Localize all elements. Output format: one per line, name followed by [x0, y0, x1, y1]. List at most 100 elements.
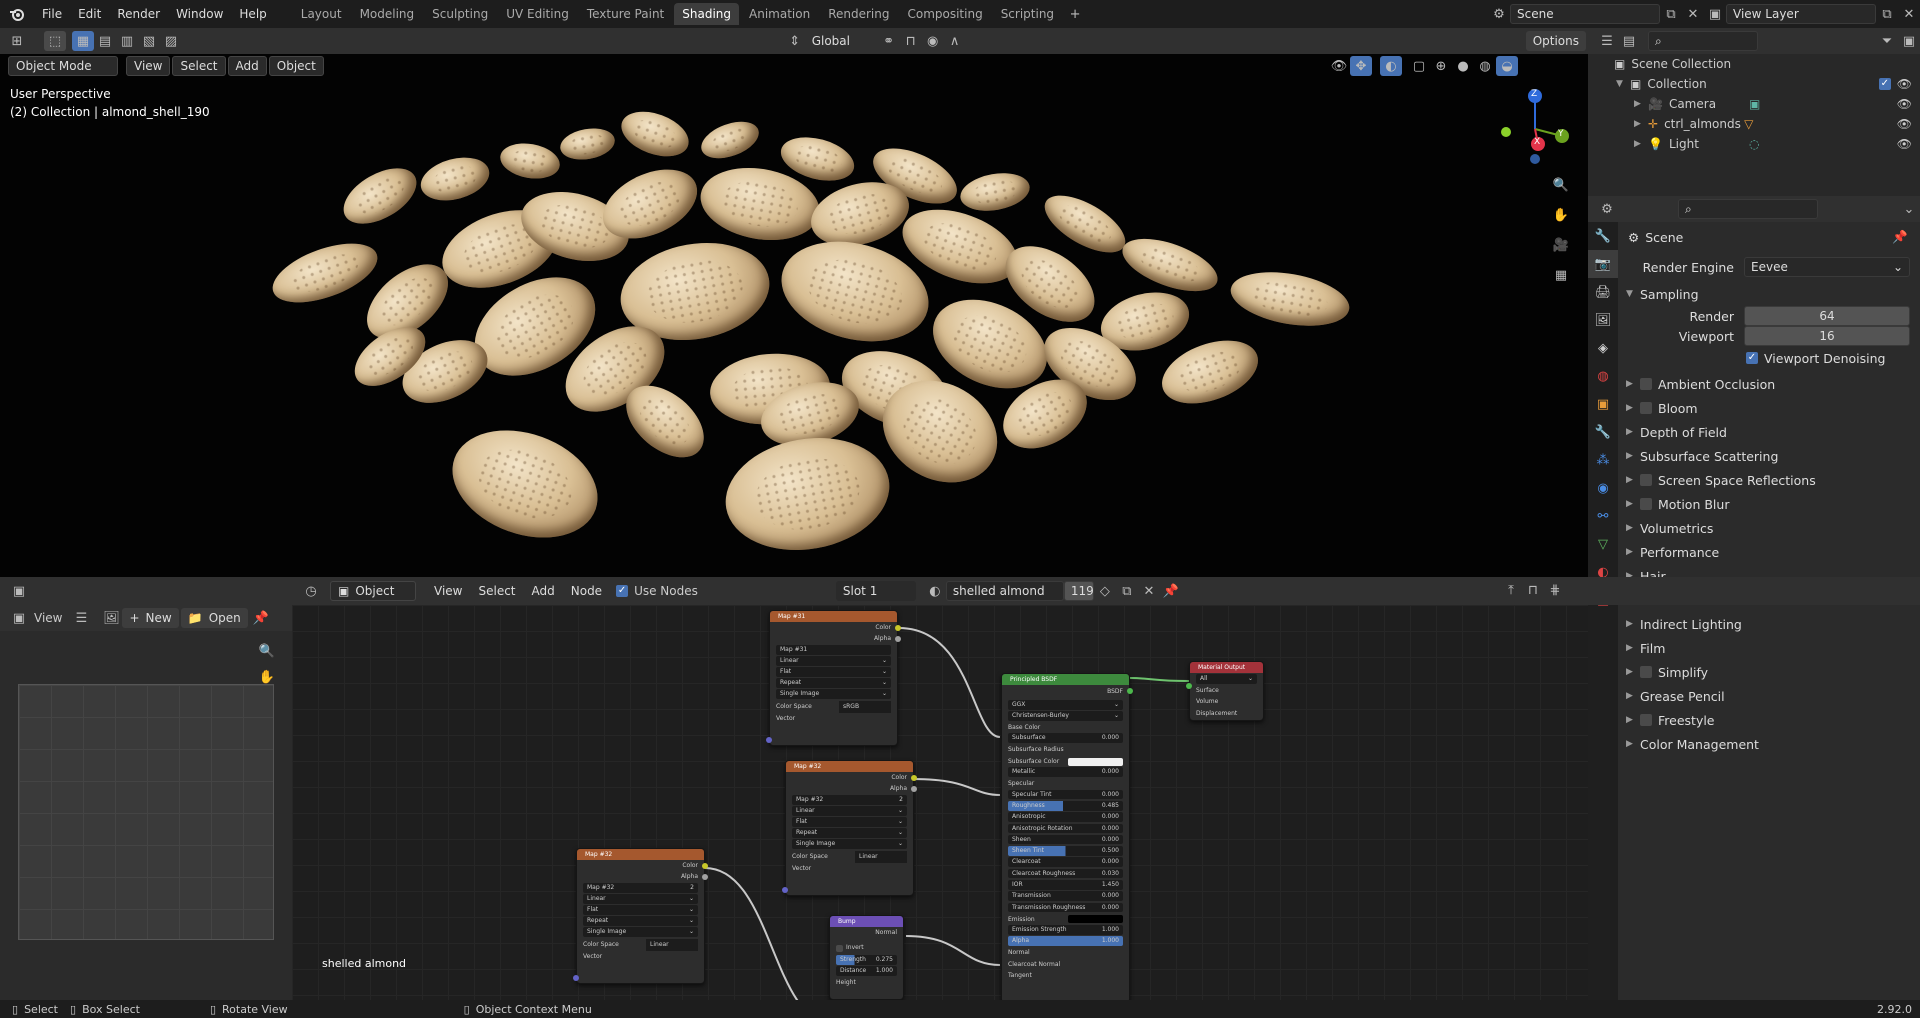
output-socket[interactable]	[895, 625, 901, 631]
node-dropdown[interactable]: Single Image ⌄	[792, 839, 907, 849]
select-extend-icon[interactable]: ▤	[94, 31, 116, 51]
node-dropdown[interactable]: Flat ⌄	[583, 905, 698, 915]
principled-bsdf-node[interactable]: Principled BSDF BSDF GGX ⌄ Christensen-Burle…	[1001, 673, 1130, 1000]
use-nodes-checkbox[interactable]: ✓	[616, 585, 629, 597]
image-texture-node-map32-lower[interactable]: Map #32 Color Alpha Map #32 2 Linear ⌄ Flat ⌄ Rep…	[576, 848, 705, 984]
bsdf-input-specular-tint[interactable]: Specular Tint 0.000	[1008, 789, 1123, 800]
render-samples-field[interactable]: 64	[1744, 306, 1910, 326]
outliner-row-ctrl-almonds[interactable]: ▶ ✛ ctrl_almonds ▽ 👁	[1588, 114, 1920, 134]
expand-icon[interactable]: ▶	[1634, 119, 1648, 129]
input-socket[interactable]	[782, 887, 788, 893]
render-engine-dropdown[interactable]: Eevee ⌄	[1744, 257, 1910, 277]
navigation-gizmo[interactable]: Z Y X	[1490, 84, 1570, 164]
output-socket[interactable]	[895, 636, 901, 642]
zoom-icon[interactable]: 🔍	[1550, 172, 1572, 198]
input-socket[interactable]	[1186, 683, 1192, 689]
node-editor-type-icon[interactable]: ◷	[300, 581, 322, 601]
object-tab-icon[interactable]: ▣	[1588, 390, 1618, 418]
new-scene-icon[interactable]: ⧉	[1660, 4, 1682, 24]
node-dropdown[interactable]: Repeat ⌄	[792, 828, 907, 838]
menu-help[interactable]: Help	[231, 0, 274, 28]
3d-viewport[interactable]: User Perspective (2) Collection | almond…	[0, 54, 1588, 577]
open-image-button[interactable]: 📁 Open	[180, 608, 248, 628]
select-invert-icon[interactable]: ▧	[138, 31, 160, 51]
pin-icon[interactable]: 📌	[1160, 581, 1182, 601]
panel-simplify[interactable]: ▶ Simplify	[1618, 660, 1920, 684]
node-dropdown[interactable]: Linear ⌄	[792, 806, 907, 816]
modifier-tab-icon[interactable]: 🔧	[1588, 418, 1618, 446]
expand-icon[interactable]: ▼	[1616, 79, 1630, 89]
select-tool-icon[interactable]: ⬚	[44, 31, 66, 51]
menu-edit[interactable]: Edit	[70, 0, 109, 28]
panel-enable-checkbox[interactable]	[1640, 402, 1652, 414]
data-tab-icon[interactable]: ▽	[1588, 530, 1618, 558]
color-space-dropdown[interactable]: Linear	[855, 850, 907, 863]
panel-freestyle[interactable]: ▶ Freestyle	[1618, 708, 1920, 732]
bsdf-input-ior[interactable]: IOR 1.450	[1008, 880, 1123, 890]
editor-type-icon[interactable]: ⊞	[6, 31, 28, 51]
color-space-dropdown[interactable]: sRGB	[839, 700, 891, 713]
node-dropdown[interactable]: GGX ⌄	[1008, 700, 1123, 710]
node-dropdown[interactable]: Flat ⌄	[792, 817, 907, 827]
node-dropdown[interactable]: Linear ⌄	[776, 656, 891, 666]
panel-screen-space-reflections[interactable]: ▶ Screen Space Reflections	[1618, 468, 1920, 492]
image-browse-icon[interactable]: 🖼	[100, 608, 122, 628]
properties-editor-icon[interactable]: ⚙	[1596, 199, 1618, 219]
node-menu-add[interactable]: Add	[524, 580, 563, 602]
eye-icon[interactable]: 👁	[1897, 77, 1912, 91]
bsdf-input-clearcoat-roughness[interactable]: Clearcoat Roughness 0.030	[1008, 868, 1123, 879]
eye-icon[interactable]: 👁	[1897, 117, 1912, 131]
tab-texture-paint[interactable]: Texture Paint	[579, 3, 672, 25]
output-socket[interactable]	[911, 786, 917, 792]
filter-icon[interactable]: ⏷	[1876, 31, 1898, 51]
image-selector[interactable]: Map #31	[776, 645, 891, 655]
material-name-field[interactable]: shelled almond	[945, 581, 1064, 601]
select-subtract-icon[interactable]: ▥	[116, 31, 138, 51]
color-swatch[interactable]	[1068, 915, 1123, 924]
bsdf-input-clearcoat[interactable]: Clearcoat 0.000	[1008, 857, 1123, 868]
panel-enable-checkbox[interactable]	[1640, 378, 1652, 390]
node-dropdown[interactable]: Christensen-Burley ⌄	[1008, 711, 1123, 721]
node-menu-view[interactable]: View	[426, 580, 470, 602]
properties-search-input[interactable]: ⌕	[1678, 199, 1818, 219]
overlay-toggle-icon[interactable]: ◐	[1380, 56, 1402, 76]
menu-file[interactable]: File	[34, 0, 70, 28]
viewport-menu-view[interactable]: View	[126, 56, 171, 76]
expand-icon[interactable]: ▶	[1634, 139, 1648, 149]
invert-row[interactable]: Invert	[830, 942, 903, 954]
node-dropdown[interactable]: Repeat ⌄	[776, 678, 891, 688]
node-menu-node[interactable]: Node	[563, 580, 610, 602]
outliner-row-camera[interactable]: ▶ 🎥 Camera ▣ 👁	[1588, 94, 1920, 114]
fake-user-icon[interactable]: ◇	[1094, 581, 1116, 601]
options-dropdown[interactable]: Options	[1525, 31, 1586, 51]
bsdf-input-metallic[interactable]: Metallic 0.000	[1008, 767, 1123, 777]
panel-color-management[interactable]: ▶ Color Management	[1618, 732, 1920, 756]
visibility-icon[interactable]: 👁	[1328, 56, 1350, 76]
bsdf-input-anisotropic-rotation[interactable]: Anisotropic Rotation 0.000	[1008, 823, 1123, 834]
image-selector[interactable]: Map #32 2	[583, 883, 698, 893]
outliner-search-input[interactable]: ⌕	[1648, 31, 1758, 51]
image-canvas[interactable]	[18, 684, 274, 940]
parent-node-icon[interactable]: ⤒	[1500, 580, 1522, 600]
slot-dropdown[interactable]: Slot 1	[835, 581, 916, 601]
outliner-editor-icon[interactable]: ☰	[1596, 31, 1618, 51]
node-dropdown[interactable]: Flat ⌄	[776, 667, 891, 677]
node-dropdown[interactable]: Linear ⌄	[583, 894, 698, 904]
invert-checkbox[interactable]	[836, 944, 843, 952]
tab-shading[interactable]: Shading	[674, 3, 739, 25]
output-socket[interactable]	[911, 775, 917, 781]
view-layer-tab-icon[interactable]: 🖼	[1588, 306, 1618, 334]
panel-enable-checkbox[interactable]	[1640, 714, 1652, 726]
image-mode-icon[interactable]: ▣	[8, 608, 30, 628]
transform-orientation-icon[interactable]: ⇕	[784, 31, 806, 51]
mode-dropdown[interactable]: Object Mode	[8, 56, 118, 76]
bsdf-input-emission-strength[interactable]: Emission Strength 1.000	[1008, 925, 1123, 935]
panel-motion-blur[interactable]: ▶ Motion Blur	[1618, 492, 1920, 516]
node-editor-canvas[interactable]: shelled almond Map #31 Color Alpha Map #31 L…	[292, 605, 1588, 1000]
new-image-button[interactable]: + New	[122, 608, 179, 628]
image-texture-node-map32[interactable]: Map #32 Color Alpha Map #32 2 Linear ⌄ Flat ⌄ Rep…	[785, 760, 914, 896]
snap-icon[interactable]: ⊓	[900, 31, 922, 51]
panel-enable-checkbox[interactable]	[1640, 474, 1652, 486]
viewport-denoising-row[interactable]: ✓ Viewport Denoising	[1618, 346, 1920, 370]
panel-volumetrics[interactable]: ▶ Volumetrics	[1618, 516, 1920, 540]
